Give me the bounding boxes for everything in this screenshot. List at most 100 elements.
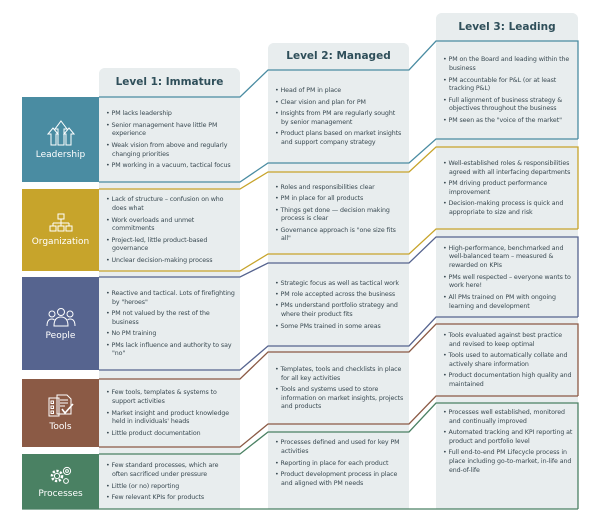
cell-organization-level1: Lack of structure – confusion on who doe… <box>99 191 240 271</box>
cell-organization-level2: Roles and responsibilities clear PM in p… <box>268 174 409 254</box>
bullet-list: Strategic focus as well as tactical work… <box>275 280 404 332</box>
list-item: PM in place for all products <box>275 195 404 204</box>
checklist-icon <box>48 394 74 417</box>
list-item: Product plans based on market insights a… <box>275 130 404 148</box>
level1-title: Level 1: Immature <box>115 76 224 88</box>
bullet-list: Head of PM in place Clear vision and pla… <box>275 87 404 148</box>
level2-title: Level 2: Managed <box>286 50 391 62</box>
list-item: Head of PM in place <box>275 87 404 96</box>
cell-people-level1: Reactive and tactical. Lots of firefight… <box>99 279 240 370</box>
list-item: Strategic focus as well as tactical work <box>275 280 404 289</box>
list-item: Automated tracking and KPI reporting at … <box>443 429 573 447</box>
list-item: Processes defined and used for key PM ac… <box>275 439 404 457</box>
list-item: Tools used to automatically collate and … <box>443 352 573 370</box>
list-item: Full end-to-end PM Lifecycle process in … <box>443 449 573 475</box>
list-item: Weak vision from above and regularly cha… <box>106 142 235 160</box>
category-processes: Processes <box>22 454 99 509</box>
list-item: Product development process in place and… <box>275 471 404 489</box>
level3-title: Level 3: Leading <box>458 21 556 33</box>
list-item: PMs lack influence and authority to say … <box>106 342 235 360</box>
list-item: Unclear decision-making process <box>106 257 235 266</box>
arrows-up-icon <box>46 119 75 145</box>
bullet-list: High-performance, benchmarked and well-b… <box>443 245 573 312</box>
category-tools: Tools <box>22 379 99 447</box>
list-item: Governance approach is "one size fits al… <box>275 227 404 245</box>
cell-processes-level1: Few standard processes, which are often … <box>99 456 240 509</box>
list-item: Senior management have little PM experie… <box>106 122 235 140</box>
category-people: People <box>22 277 99 370</box>
category-organization: Organization <box>22 189 99 271</box>
list-item: Some PMs trained in some areas <box>275 323 404 332</box>
bullet-list: PM lacks leadership Senior management ha… <box>106 110 235 171</box>
list-item: Templates, tools and checklists in place… <box>275 366 404 384</box>
list-item: PM role accepted across the business <box>275 291 404 300</box>
cell-tools-level3: Tools evaluated against best practice an… <box>436 326 578 396</box>
category-label: Organization <box>31 237 90 247</box>
list-item: Market insight and product knowledge hel… <box>106 410 235 428</box>
list-item: Clear vision and plan for PM <box>275 99 404 108</box>
list-item: Few standard processes, which are often … <box>106 462 235 480</box>
list-item: PM working in a vacuum, tactical focus <box>106 162 235 171</box>
bullet-list: Few tools, templates & systems to suppor… <box>106 389 235 438</box>
list-item: No PM training <box>106 330 235 339</box>
list-item: Few relevant KPIs for products <box>106 494 235 503</box>
bullet-list: Lack of structure – confusion on who doe… <box>106 196 235 265</box>
list-item: Little (or no) reporting <box>106 483 235 492</box>
list-item: Processes well established, monitored an… <box>443 409 573 427</box>
bullet-list: Templates, tools and checklists in place… <box>275 366 404 413</box>
list-item: Reporting in place for each product <box>275 460 404 469</box>
cell-organization-level3: Well-established roles & responsibilitie… <box>436 149 578 229</box>
cell-tools-level1: Few tools, templates & systems to suppor… <box>99 381 240 447</box>
list-item: Reactive and tactical. Lots of firefight… <box>106 290 235 308</box>
list-item: Few tools, templates & systems to suppor… <box>106 389 235 407</box>
list-item: PM driving product performance improveme… <box>443 180 573 198</box>
category-leadership: Leadership <box>22 97 99 182</box>
bullet-list: PM on the Board and leading within the b… <box>443 56 573 125</box>
category-label: Tools <box>49 422 72 432</box>
cell-leadership-level2: Head of PM in place Clear vision and pla… <box>268 72 409 163</box>
list-item: Project-led, little product-based govern… <box>106 237 235 255</box>
list-item: Lack of structure – confusion on who doe… <box>106 196 235 214</box>
list-item: Tools evaluated against best practice an… <box>443 332 573 350</box>
list-item: Tools and systems used to store informat… <box>275 386 404 412</box>
list-item: Full alignment of business strategy & ob… <box>443 97 573 115</box>
cell-tools-level2: Templates, tools and checklists in place… <box>268 354 409 424</box>
cell-people-level2: Strategic focus as well as tactical work… <box>268 265 409 346</box>
category-label: Processes <box>38 488 83 499</box>
list-item: PM not valued by the rest of the busines… <box>106 310 235 328</box>
org-chart-icon <box>49 213 72 232</box>
level3-header: Level 3: Leading <box>436 13 578 41</box>
list-item: Little product documentation <box>106 430 235 439</box>
list-item: PM lacks leadership <box>106 110 235 119</box>
list-item: Things get done — decision making proces… <box>275 207 404 225</box>
list-item: Well-established roles & responsibilitie… <box>443 160 573 178</box>
people-icon <box>46 307 75 326</box>
bullet-list: Well-established roles & responsibilitie… <box>443 160 573 218</box>
bullet-list: Few standard processes, which are often … <box>106 462 235 502</box>
list-item: PM accountable for P&L (or at least trac… <box>443 77 573 95</box>
cell-leadership-level1: PM lacks leadership Senior management ha… <box>99 99 240 182</box>
cell-people-level3: High-performance, benchmarked and well-b… <box>436 239 578 317</box>
list-item: PM on the Board and leading within the b… <box>443 56 573 74</box>
list-item: PMs understand portfolio strategy and wh… <box>275 302 404 320</box>
bullet-list: Reactive and tactical. Lots of firefight… <box>106 290 235 359</box>
category-label: Leadership <box>35 149 86 160</box>
bullet-list: Tools evaluated against best practice an… <box>443 332 573 390</box>
bullet-list: Processes defined and used for key PM ac… <box>275 439 404 488</box>
list-item: PMs well respected – everyone wants to w… <box>443 274 573 292</box>
cell-processes-level2: Processes defined and used for key PM ac… <box>268 434 409 494</box>
gears-icon <box>50 466 71 484</box>
bullet-list: Processes well established, monitored an… <box>443 409 573 476</box>
list-item: PM seen as the "voice of the market" <box>443 117 573 126</box>
list-item: Insights from PM are regularly sought by… <box>275 110 404 128</box>
list-item: All PMs trained on PM with ongoing learn… <box>443 294 573 312</box>
cell-processes-level3: Processes well established, monitored an… <box>436 405 578 480</box>
list-item: Product documentation high quality and m… <box>443 372 573 390</box>
category-label: People <box>45 330 76 341</box>
list-item: Roles and responsibilities clear <box>275 184 404 193</box>
level1-header: Level 1: Immature <box>99 68 240 97</box>
bullet-list: Roles and responsibilities clear PM in p… <box>275 184 404 245</box>
cell-leadership-level3: PM on the Board and leading within the b… <box>436 43 578 139</box>
level2-header: Level 2: Managed <box>268 43 409 70</box>
list-item: High-performance, benchmarked and well-b… <box>443 245 573 271</box>
